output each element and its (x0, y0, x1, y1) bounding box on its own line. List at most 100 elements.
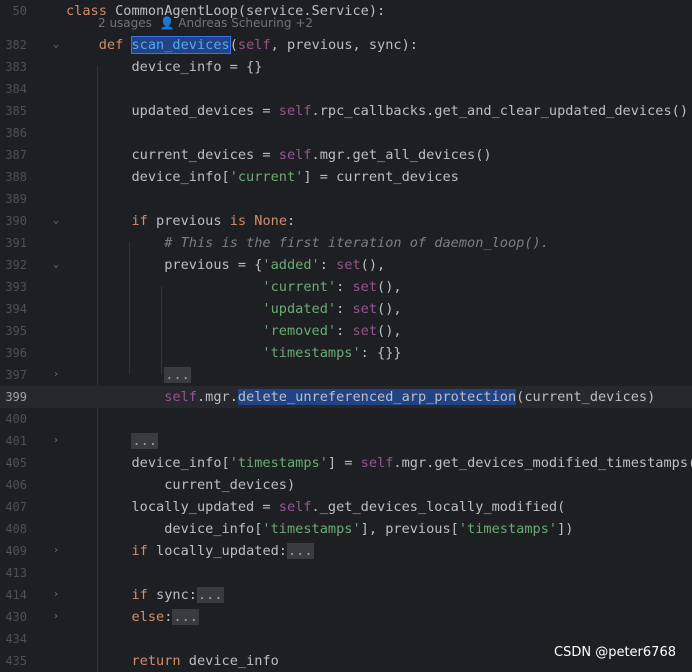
code-token: delete_unreferenced_arp_protection (237, 389, 517, 405)
code-token: ] = current_devices (303, 169, 459, 185)
code-token: device_info[ (66, 169, 230, 185)
code-line[interactable]: 405 device_info['timestamps'] = self.mgr… (0, 452, 692, 474)
code-line[interactable]: 401 › ... (0, 430, 692, 452)
code-token: 'removed' (262, 323, 337, 339)
code-line[interactable]: 385 updated_devices = self.rpc_callbacks… (0, 100, 692, 122)
code-token: 'timestamps' (229, 455, 328, 471)
code-token: is None (229, 213, 288, 229)
code-line[interactable]: 399 self.mgr.delete_unreferenced_arp_pro… (0, 386, 692, 408)
line-number: 382 (5, 38, 27, 52)
line-number: 393 (5, 280, 27, 294)
code-token: device_info[ (66, 521, 263, 537)
code-line[interactable]: 390 ⌄ if previous is None: (0, 210, 692, 232)
fold-expanded-icon[interactable]: ⌄ (50, 254, 62, 276)
code-token: 'updated' (262, 301, 337, 317)
code-text: 2 usages 👤 Andreas Scheuring +2 (98, 14, 313, 32)
code-line[interactable]: 391 # This is the first iteration of dae… (0, 232, 692, 254)
code-token: device_info (188, 653, 279, 669)
code-token: : {}} (360, 345, 402, 361)
code-text: self.mgr.delete_unreferenced_arp_protect… (66, 386, 655, 408)
code-text: current_devices) (66, 474, 295, 496)
code-line[interactable]: 387 current_devices = self.mgr.get_all_d… (0, 144, 692, 166)
code-text: if sync:... (66, 584, 224, 606)
code-line[interactable]: 407 locally_updated = self._get_devices_… (0, 496, 692, 518)
code-text: # This is the first iteration of daemon_… (66, 232, 549, 254)
line-number: 396 (5, 346, 27, 360)
code-token: ( (229, 37, 238, 53)
folded-code-marker[interactable]: ... (172, 609, 199, 625)
code-line[interactable]: 430 › else:... (0, 606, 692, 628)
fold-expanded-icon[interactable]: ⌄ (50, 34, 62, 56)
usage-hint[interactable]: 2 usages 👤 Andreas Scheuring +2 (0, 14, 692, 32)
code-token: ]) (557, 521, 574, 537)
code-line[interactable]: 408 device_info['timestamps'], previous[… (0, 518, 692, 540)
code-line[interactable]: 384 (0, 78, 692, 100)
code-line[interactable]: 392 ⌄ previous = {'added': set(), (0, 254, 692, 276)
code-line[interactable]: 393 'current': set(), (0, 276, 692, 298)
fold-collapsed-icon[interactable]: › (50, 540, 62, 562)
code-line[interactable]: 388 device_info['current'] = current_dev… (0, 166, 692, 188)
code-line[interactable]: 382 ⌄ def scan_devices(self, previous, sy… (0, 34, 692, 56)
line-number: 384 (5, 82, 27, 96)
usages-hint[interactable]: 2 usages 👤 Andreas Scheuring +2 (98, 16, 313, 30)
code-line[interactable]: 395 'removed': set(), (0, 320, 692, 342)
folded-code-marker[interactable]: ... (196, 587, 224, 603)
code-line[interactable]: 406 current_devices) (0, 474, 692, 496)
fold-collapsed-icon[interactable]: › (50, 430, 62, 452)
code-editor[interactable]: 50 class CommonAgentLoop(service.Service)… (0, 0, 692, 672)
code-token: .mgr. (196, 389, 238, 405)
fold-expanded-icon[interactable]: ⌄ (50, 210, 62, 232)
code-token: (), (377, 323, 402, 339)
code-text: 'updated': set(), (66, 298, 401, 320)
code-token: return (131, 653, 189, 669)
code-token: locally_updated: (156, 543, 287, 559)
code-token: , previous, sync): (270, 37, 418, 53)
line-number: 407 (5, 500, 27, 514)
line-number: 395 (5, 324, 27, 338)
line-number: 392 (5, 258, 27, 272)
code-token: if (131, 213, 157, 229)
code-line[interactable]: 409 › if locally_updated:... (0, 540, 692, 562)
code-line[interactable]: 386 (0, 122, 692, 144)
code-line[interactable]: 394 'updated': set(), (0, 298, 692, 320)
fold-collapsed-icon[interactable]: › (50, 606, 62, 628)
fold-collapsed-icon[interactable]: › (50, 364, 62, 386)
code-token: 'current' (262, 279, 337, 295)
line-number: 413 (5, 566, 27, 580)
code-token: (), (360, 257, 386, 273)
code-line[interactable]: 414 › if sync:... (0, 584, 692, 606)
code-line[interactable]: 389 (0, 188, 692, 210)
code-text: device_info = {} (66, 56, 262, 78)
fold-collapsed-icon[interactable]: › (50, 584, 62, 606)
line-number: 394 (5, 302, 27, 316)
code-token: 'timestamps' (262, 345, 361, 361)
code-text: previous = {'added': set(), (66, 254, 385, 276)
code-line[interactable]: 383 device_info = {} (0, 56, 692, 78)
code-token: : (336, 301, 353, 317)
code-line[interactable]: 413 (0, 562, 692, 584)
code-token: .rpc_callbacks.get_and_clear_updated_dev… (311, 103, 689, 119)
code-text: current_devices = self.mgr.get_all_devic… (66, 144, 492, 166)
code-token: .mgr.get_all_devices() (311, 147, 492, 163)
code-line[interactable]: 397 › ... (0, 364, 692, 386)
folded-code-marker[interactable]: ... (287, 543, 314, 559)
code-token: ._get_devices_locally_modified( (311, 499, 566, 515)
folded-code-marker[interactable]: ... (131, 433, 159, 449)
code-line[interactable]: 400 (0, 408, 692, 430)
code-token: set (352, 323, 378, 339)
code-token: def (98, 37, 132, 53)
code-line[interactable]: 396 'timestamps': {}} (0, 342, 692, 364)
code-text: if locally_updated:... (66, 540, 314, 562)
folded-code-marker[interactable]: ... (164, 367, 191, 383)
code-token: : (319, 257, 337, 273)
code-token: ] = (327, 455, 361, 471)
code-token: (), (377, 279, 402, 295)
code-token: self (360, 455, 394, 471)
